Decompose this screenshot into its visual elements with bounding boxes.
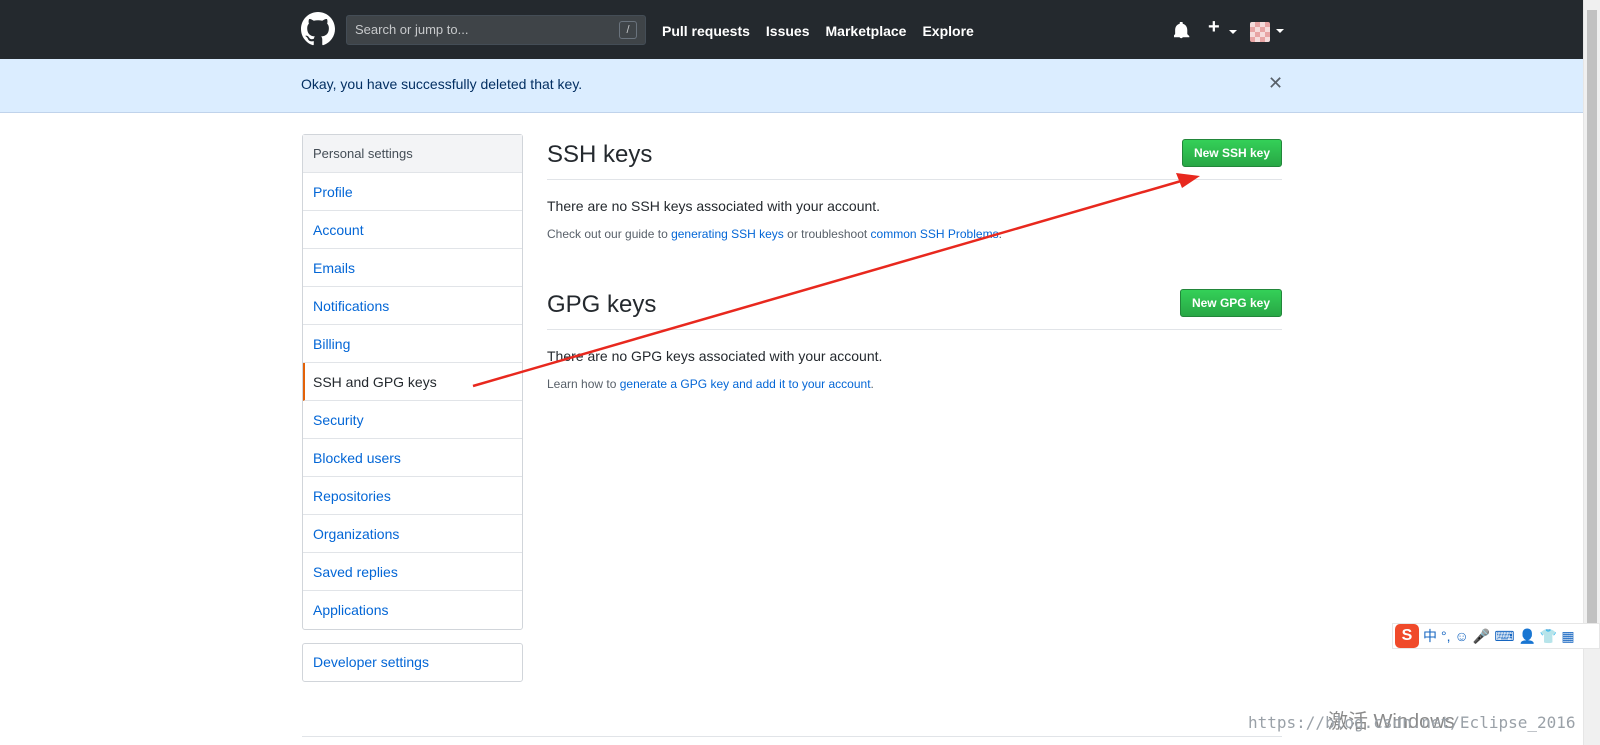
sidebar-item-notifications[interactable]: Notifications <box>303 287 522 325</box>
generating-ssh-keys-link[interactable]: generating SSH keys <box>671 227 784 241</box>
ime-keyboard-icon[interactable]: ⌨ <box>1494 628 1514 645</box>
help-text: Check out our guide to <box>547 227 672 241</box>
sidebar-item-organizations[interactable]: Organizations <box>303 515 522 553</box>
sidebar-item-saved-replies[interactable]: Saved replies <box>303 553 522 591</box>
nav-pull-requests[interactable]: Pull requests <box>662 0 750 59</box>
ime-skin-icon[interactable]: 👕 <box>1540 628 1557 645</box>
chevron-down-icon[interactable] <box>1276 29 1284 33</box>
create-new-button[interactable]: + <box>1208 16 1237 39</box>
sogou-logo-icon[interactable]: S <box>1395 624 1419 648</box>
sidebar-item-security[interactable]: Security <box>303 401 522 439</box>
sidebar-item-developer-settings[interactable]: Developer settings <box>303 644 522 681</box>
help-text: Learn how to <box>547 377 620 391</box>
ssh-keys-section: SSH keys New SSH key There are no SSH ke… <box>547 136 1282 242</box>
gpg-keys-help: Learn how to generate a GPG key and add … <box>547 376 1282 392</box>
flash-message: Okay, you have successfully deleted that… <box>301 76 583 92</box>
close-icon[interactable]: ✕ <box>1268 73 1283 94</box>
sidebar-item-billing[interactable]: Billing <box>303 325 522 363</box>
ime-punctuation-icon[interactable]: °, <box>1441 628 1451 644</box>
sidebar-item-blocked-users[interactable]: Blocked users <box>303 439 522 477</box>
nav-marketplace[interactable]: Marketplace <box>826 0 907 59</box>
sidebar-heading: Personal settings <box>303 135 522 173</box>
ime-grid-icon[interactable]: ▦ <box>1561 628 1574 645</box>
help-text: . <box>998 227 1002 241</box>
github-logo-icon[interactable] <box>301 12 335 46</box>
search-input[interactable]: Search or jump to... / <box>346 15 646 45</box>
ime-microphone-icon[interactable]: 🎤 <box>1473 628 1490 645</box>
nav-explore[interactable]: Explore <box>922 0 973 59</box>
help-text: or troubleshoot <box>783 227 871 241</box>
sidebar-item-repositories[interactable]: Repositories <box>303 477 522 515</box>
gpg-keys-title: GPG keys <box>547 291 657 318</box>
top-header: Search or jump to... / Pull requests Iss… <box>0 0 1583 59</box>
search-placeholder: Search or jump to... <box>355 22 469 37</box>
scrollbar-thumb[interactable] <box>1587 10 1597 630</box>
help-text: . <box>870 377 874 391</box>
ime-toolbar: S 中 °, ☺ 🎤 ⌨ 👤 👕 ▦ <box>1392 623 1600 649</box>
plus-icon: + <box>1208 16 1220 38</box>
ssh-keys-empty-message: There are no SSH keys associated with yo… <box>547 198 881 214</box>
gpg-keys-empty-message: There are no GPG keys associated with yo… <box>547 348 883 364</box>
footer-divider <box>302 736 1282 737</box>
flash-banner: Okay, you have successfully deleted that… <box>0 59 1583 113</box>
chevron-down-icon <box>1229 30 1237 34</box>
ime-user-icon[interactable]: 👤 <box>1518 628 1535 645</box>
header-nav: Pull requests Issues Marketplace Explore <box>662 0 990 59</box>
new-ssh-key-button[interactable]: New SSH key <box>1181 139 1282 167</box>
sidebar-item-ssh-gpg-keys[interactable]: SSH and GPG keys <box>303 363 522 401</box>
generate-gpg-key-link[interactable]: generate a GPG key and add it to your ac… <box>620 377 871 391</box>
gpg-keys-section: GPG keys New GPG key There are no GPG ke… <box>547 286 1282 392</box>
sidebar-item-emails[interactable]: Emails <box>303 249 522 287</box>
settings-sidebar: Personal settings Profile Account Emails… <box>302 134 523 630</box>
gpg-keys-body: There are no GPG keys associated with yo… <box>547 330 1282 392</box>
gpg-keys-header: GPG keys New GPG key <box>547 286 1282 330</box>
search-shortcut-key: / <box>619 21 637 39</box>
blog-watermark: https://blog.csdn.net/Eclipse_2016 <box>1248 713 1576 732</box>
sidebar-item-profile[interactable]: Profile <box>303 173 522 211</box>
ime-emoji-icon[interactable]: ☺ <box>1455 628 1469 644</box>
ssh-keys-title: SSH keys <box>547 141 653 168</box>
sidebar-item-account[interactable]: Account <box>303 211 522 249</box>
ssh-keys-help: Check out our guide to generating SSH ke… <box>547 226 1282 242</box>
sidebar-item-applications[interactable]: Applications <box>303 591 522 629</box>
avatar[interactable] <box>1250 22 1270 42</box>
bell-icon[interactable] <box>1174 22 1190 40</box>
ssh-keys-body: There are no SSH keys associated with yo… <box>547 180 1282 242</box>
ssh-keys-header: SSH keys New SSH key <box>547 136 1282 180</box>
common-ssh-problems-link[interactable]: common SSH Problems <box>871 227 999 241</box>
developer-settings-menu: Developer settings <box>302 643 523 682</box>
new-gpg-key-button[interactable]: New GPG key <box>1179 289 1282 317</box>
nav-issues[interactable]: Issues <box>766 0 810 59</box>
ime-chinese-mode[interactable]: 中 <box>1423 626 1437 646</box>
